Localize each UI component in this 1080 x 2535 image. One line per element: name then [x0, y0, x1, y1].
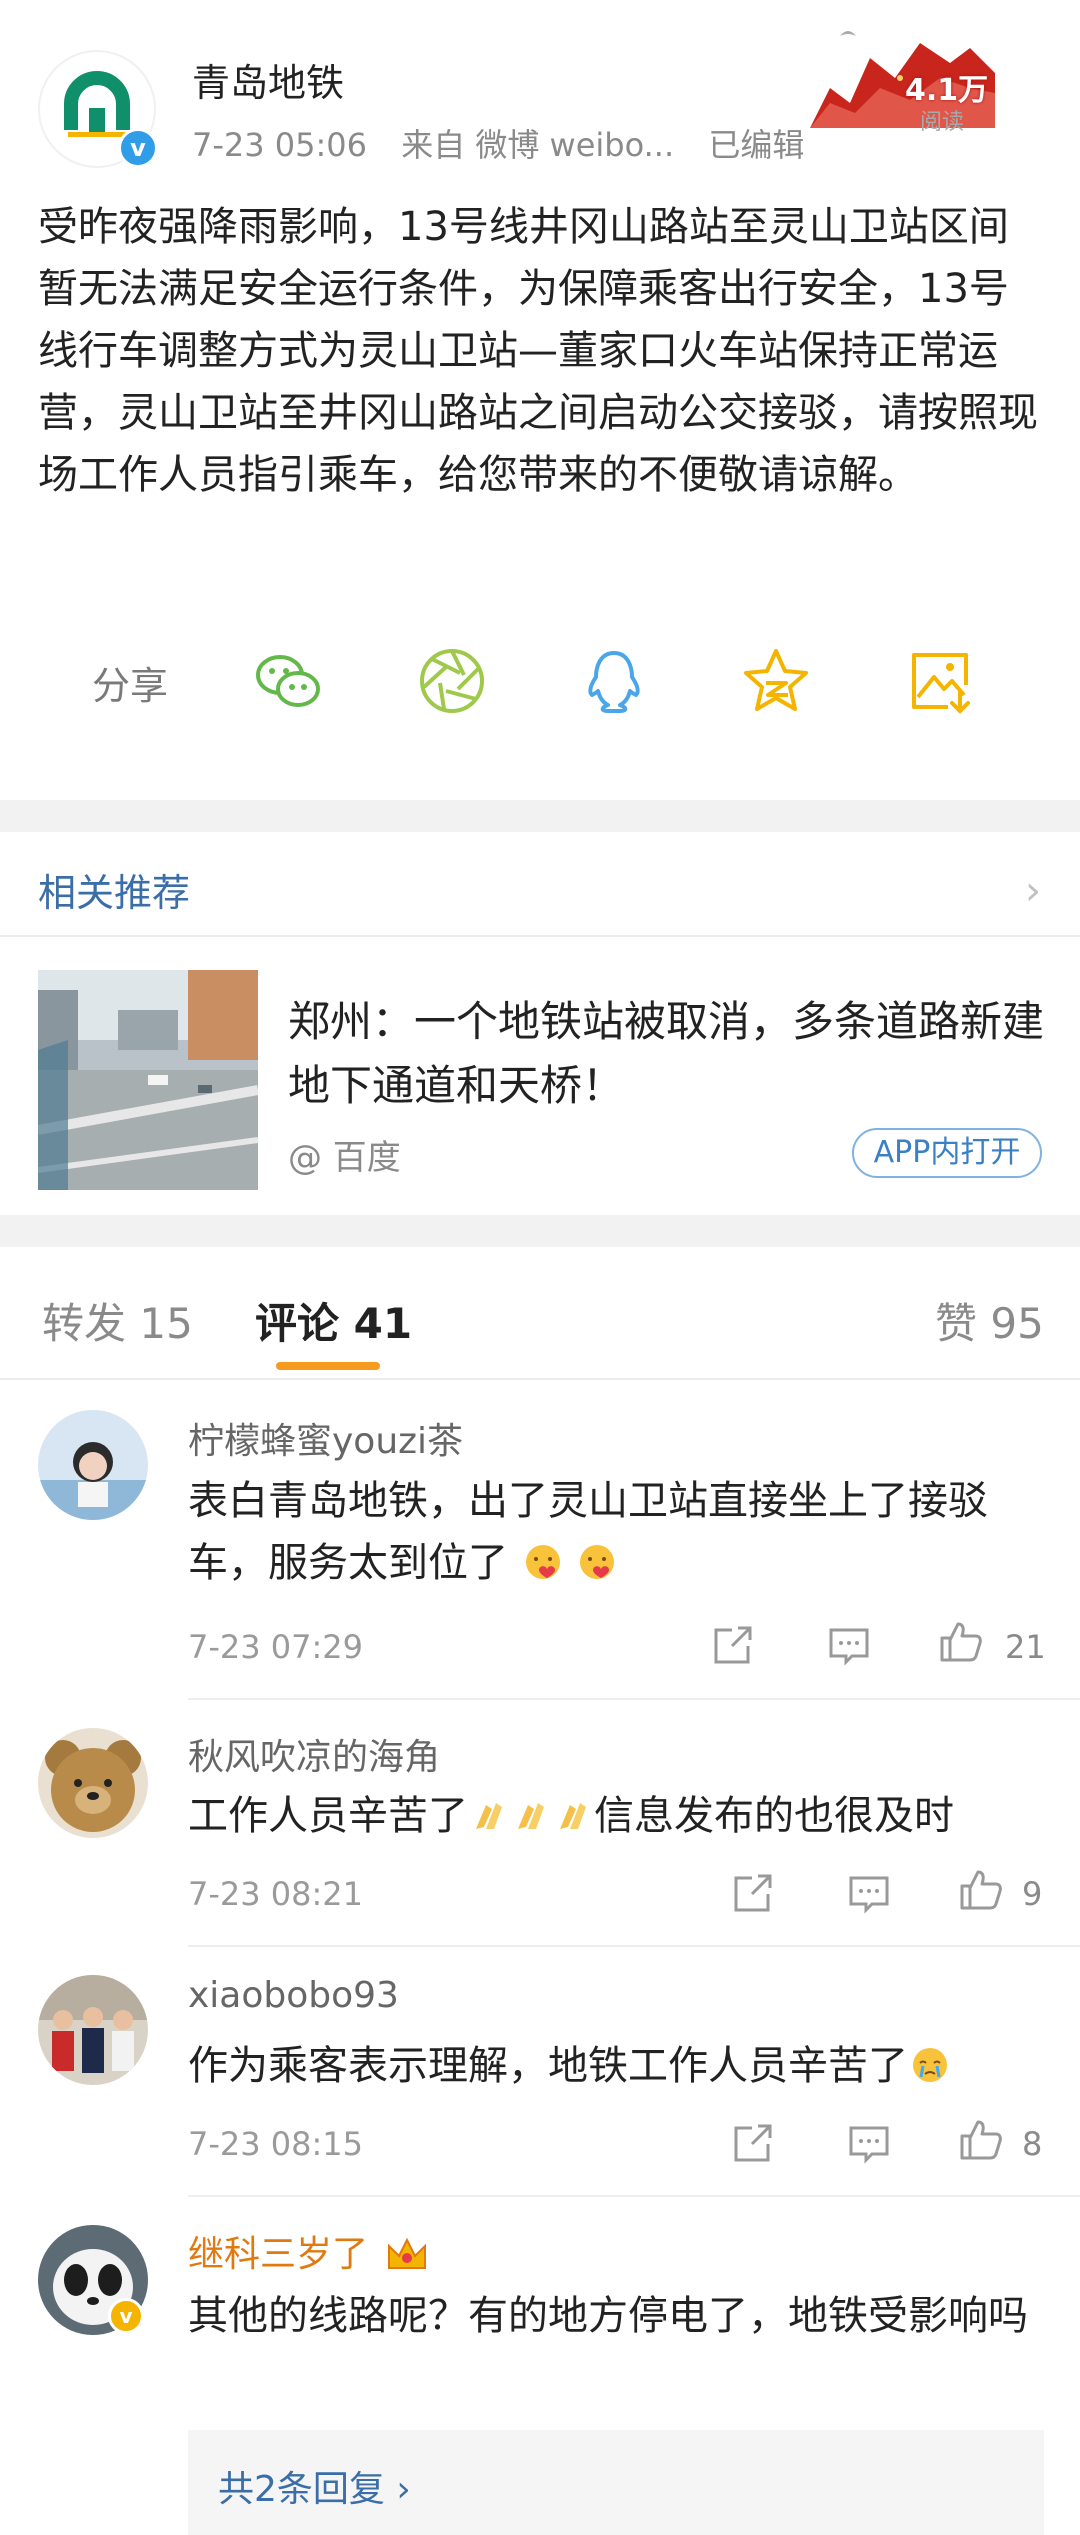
- group-photo-avatar-image: [38, 1975, 148, 2085]
- clap-emoji: [518, 1803, 544, 1829]
- verified-badge: v: [118, 128, 158, 168]
- commenter-name[interactable]: 继科三岁了: [188, 2225, 429, 2277]
- tab-likes[interactable]: 赞 95: [935, 1290, 1044, 1351]
- forward-icon[interactable]: [730, 2120, 776, 2166]
- divider: [188, 2195, 1080, 2197]
- forward-icon[interactable]: [710, 1622, 756, 1668]
- post-meta: 7-23 05:06 来自 微博 weibo... 已编辑: [192, 120, 828, 166]
- comment-text-after: 信息发布的也很及时: [594, 1793, 954, 1839]
- active-tab-indicator: [276, 1362, 380, 1370]
- related-header[interactable]: 相关推荐: [38, 862, 190, 917]
- share-bar: 分享: [0, 635, 1080, 725]
- like-count: 21: [1005, 1628, 1046, 1666]
- related-title[interactable]: 郑州：一个地铁站被取消，多条道路新建地下通道和天桥！: [288, 990, 1048, 1118]
- like-count: 9: [1022, 1875, 1043, 1913]
- section-gap: [0, 1215, 1080, 1247]
- post-edited[interactable]: 已编辑: [708, 126, 804, 164]
- comment-icon[interactable]: [846, 1870, 892, 1916]
- verified-badge: v: [108, 2298, 144, 2334]
- commenter-avatar[interactable]: [38, 1975, 148, 2085]
- comment-text: 作为乘客表示理解，地铁工作人员辛苦了: [188, 2035, 1058, 2097]
- teddy-bear-avatar-image: [38, 1728, 148, 1838]
- divider: [188, 1945, 1080, 1947]
- divider: [0, 935, 1080, 937]
- clap-emoji: [560, 1803, 586, 1829]
- heart-face-emoji: [580, 1545, 615, 1579]
- related-thumbnail[interactable]: [38, 970, 258, 1190]
- comment-icon[interactable]: [826, 1622, 872, 1668]
- heart-face-emoji: [525, 1545, 560, 1579]
- post-content: 受昨夜强降雨影响，13号线井冈山路站至灵山卫站区间暂无法满足安全运行条件，为保障…: [38, 204, 1038, 498]
- comment-text: 其他的线路呢？有的地方停电了，地铁受影响吗: [188, 2293, 1028, 2339]
- street-photo-image: [38, 970, 258, 1190]
- read-count: 4.1万: [905, 73, 989, 108]
- comment-time: 7-23 07:29: [188, 1628, 364, 1666]
- tab-forward[interactable]: 转发 15: [42, 1290, 193, 1351]
- comment-text: 表白青岛地铁，出了灵山卫站直接坐上了接驳车，服务太到位了: [188, 1470, 1058, 1594]
- view-replies-link[interactable]: 共2条回复 ›: [218, 2460, 411, 2512]
- replies-box[interactable]: 共2条回复 ›: [188, 2430, 1044, 2535]
- wechat-icon[interactable]: [252, 645, 324, 717]
- section-gap: [0, 800, 1080, 832]
- read-label: 阅读: [920, 110, 965, 135]
- qzone-star-icon[interactable]: [740, 645, 812, 717]
- commenter-name[interactable]: 秋风吹凉的海角: [188, 1728, 440, 1780]
- crown-badge-icon: [388, 2237, 427, 2269]
- weibo-post: v 青岛地铁 7-23 05:06 来自 微博 weibo... 已编辑 4.1…: [0, 0, 1080, 800]
- commenter-name-text: 继科三岁了: [188, 2234, 369, 2275]
- post-time: 7-23 05:06: [192, 126, 368, 164]
- moments-icon[interactable]: [416, 645, 488, 717]
- divider: [0, 1378, 1080, 1380]
- cry-face-emoji: [913, 2048, 947, 2082]
- like-thumb-icon[interactable]: [938, 1618, 984, 1664]
- comment-text: 工作人员辛苦了 信息发布的也很及时: [188, 1785, 1058, 1847]
- comment-text-before: 工作人员辛苦了: [188, 1793, 468, 1839]
- like-thumb-icon[interactable]: [958, 2116, 1004, 2162]
- commenter-name[interactable]: 柠檬蜂蜜youzi茶: [188, 1412, 463, 1464]
- author-name[interactable]: 青岛地铁: [192, 52, 344, 107]
- like-thumb-icon[interactable]: [958, 1866, 1004, 1912]
- forward-icon[interactable]: [730, 1870, 776, 1916]
- comment-text-content: 作为乘客表示理解，地铁工作人员辛苦了: [188, 2043, 908, 2089]
- post-source: 来自 微博 weibo...: [401, 126, 675, 164]
- open-in-app-button[interactable]: APP内打开: [852, 1128, 1042, 1178]
- qq-icon[interactable]: [578, 645, 650, 717]
- divider: [188, 1698, 1080, 1700]
- commenter-avatar[interactable]: [38, 1410, 148, 1520]
- comment-time: 7-23 08:15: [188, 2125, 364, 2163]
- share-label: 分享: [92, 664, 169, 708]
- comment-time: 7-23 08:21: [188, 1875, 364, 1913]
- like-count: 8: [1022, 2125, 1043, 2163]
- comment-icon[interactable]: [846, 2120, 892, 2166]
- commenter-name[interactable]: xiaobobo93: [188, 1975, 399, 2016]
- save-image-icon[interactable]: [904, 645, 976, 717]
- commenter-avatar[interactable]: [38, 1728, 148, 1838]
- tab-comments[interactable]: 评论 41: [255, 1290, 412, 1351]
- girl-avatar-image: [38, 1410, 148, 1520]
- chevron-right-icon[interactable]: ›: [1025, 868, 1041, 914]
- clap-emoji: [476, 1803, 502, 1829]
- related-source: @ 百度: [288, 1138, 401, 1178]
